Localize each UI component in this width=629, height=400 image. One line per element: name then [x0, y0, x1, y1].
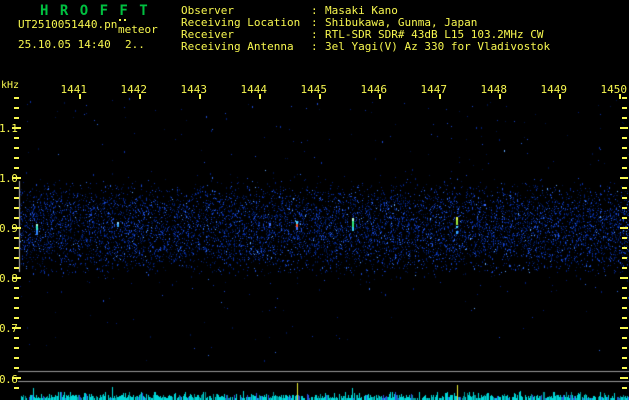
time-tick [79, 94, 81, 99]
freq-tick [622, 117, 627, 119]
time-tick [619, 94, 621, 99]
time-tick-label: 1446 [360, 83, 388, 96]
freq-tick [622, 237, 627, 239]
freq-tick [622, 257, 627, 259]
freq-tick [622, 207, 627, 209]
freq-tick [620, 277, 628, 279]
freq-tick [622, 267, 627, 269]
g-remnant-dot [119, 19, 121, 21]
time-tick [379, 94, 381, 99]
spectrogram-canvas [0, 0, 629, 400]
freq-tick [14, 267, 19, 269]
freq-tick [14, 317, 19, 319]
freq-unit-label: kHz [1, 80, 20, 91]
freq-tick [622, 247, 627, 249]
app-title: H R O F F T [40, 3, 150, 19]
freq-tick [14, 307, 19, 309]
time-tick [439, 94, 441, 99]
time-tick-label: 1445 [300, 83, 328, 96]
metadata-value: 3el Yagi(V) Az 330 for Vladivostok [325, 40, 551, 53]
freq-tick [622, 197, 627, 199]
freq-tick [622, 367, 627, 369]
time-tick [319, 94, 321, 99]
freq-tick [620, 327, 628, 329]
freq-tick [622, 387, 627, 389]
freq-tick [622, 147, 627, 149]
freq-tick [14, 167, 19, 169]
freq-tick [620, 227, 628, 229]
freq-tick [622, 347, 627, 349]
freq-tick [14, 117, 19, 119]
time-tick-label: 1447 [420, 83, 448, 96]
time-tick [199, 94, 201, 99]
freq-tick [622, 107, 627, 109]
g-remnant-dot [124, 19, 126, 21]
freq-tick [14, 107, 19, 109]
time-tick-label: 1441 [60, 83, 88, 96]
freq-tick [622, 337, 627, 339]
filename-overlay-label: meteor [118, 23, 158, 36]
freq-tick [14, 257, 19, 259]
freq-tick [14, 147, 19, 149]
freq-tick [14, 97, 19, 99]
time-tick-label: 1449 [540, 83, 568, 96]
freq-tick-label: 0.6 [0, 373, 18, 386]
metadata-table: Observer: Masaki Kano Receiving Location: S… [181, 5, 550, 53]
time-tick [259, 94, 261, 99]
freq-tick [12, 177, 21, 179]
freq-tick [622, 317, 627, 319]
freq-tick [622, 187, 627, 189]
freq-tick [620, 377, 628, 379]
freq-tick [12, 227, 21, 229]
freq-tick [14, 197, 19, 199]
freq-tick [14, 237, 19, 239]
freq-tick [12, 127, 21, 129]
freq-tick [14, 387, 19, 389]
filename-label: UT2510051440.pn [18, 18, 118, 31]
freq-tick [14, 247, 19, 249]
hrofft-window: H R O F F T UT2510051440.pn meteor 25.10… [0, 0, 629, 400]
time-tick-label: 1442 [120, 83, 148, 96]
metadata-label: Receiving Antenna [181, 40, 294, 53]
time-tick-label: 1448 [480, 83, 508, 96]
freq-tick [14, 157, 19, 159]
metadata-colon: : [311, 40, 318, 53]
time-tick-label: 1450 [600, 83, 628, 96]
freq-tick [622, 287, 627, 289]
sequence-label: 2.. [125, 38, 145, 51]
freq-tick [12, 277, 21, 279]
freq-tick [622, 297, 627, 299]
time-tick-label: 1444 [240, 83, 268, 96]
freq-tick [14, 367, 19, 369]
freq-tick [14, 137, 19, 139]
freq-tick [14, 297, 19, 299]
freq-tick [622, 97, 627, 99]
time-tick-label: 1443 [180, 83, 208, 96]
freq-tick [14, 287, 19, 289]
time-tick [559, 94, 561, 99]
freq-tick [622, 157, 627, 159]
freq-tick [620, 127, 628, 129]
freq-tick [620, 177, 628, 179]
freq-tick [622, 167, 627, 169]
freq-tick [12, 327, 21, 329]
time-tick [139, 94, 141, 99]
metadata-row: Receiving Antenna:3el Yagi(V) Az 330 for… [181, 41, 550, 53]
datetime-label: 25.10.05 14:40 [18, 38, 111, 51]
freq-tick [622, 137, 627, 139]
freq-tick [14, 217, 19, 219]
freq-tick [14, 187, 19, 189]
freq-tick [14, 347, 19, 349]
freq-tick [622, 307, 627, 309]
freq-tick [14, 207, 19, 209]
freq-tick [14, 357, 19, 359]
freq-tick [622, 217, 627, 219]
freq-tick [14, 337, 19, 339]
freq-tick [622, 357, 627, 359]
freq-tick [12, 377, 21, 379]
time-tick [499, 94, 501, 99]
